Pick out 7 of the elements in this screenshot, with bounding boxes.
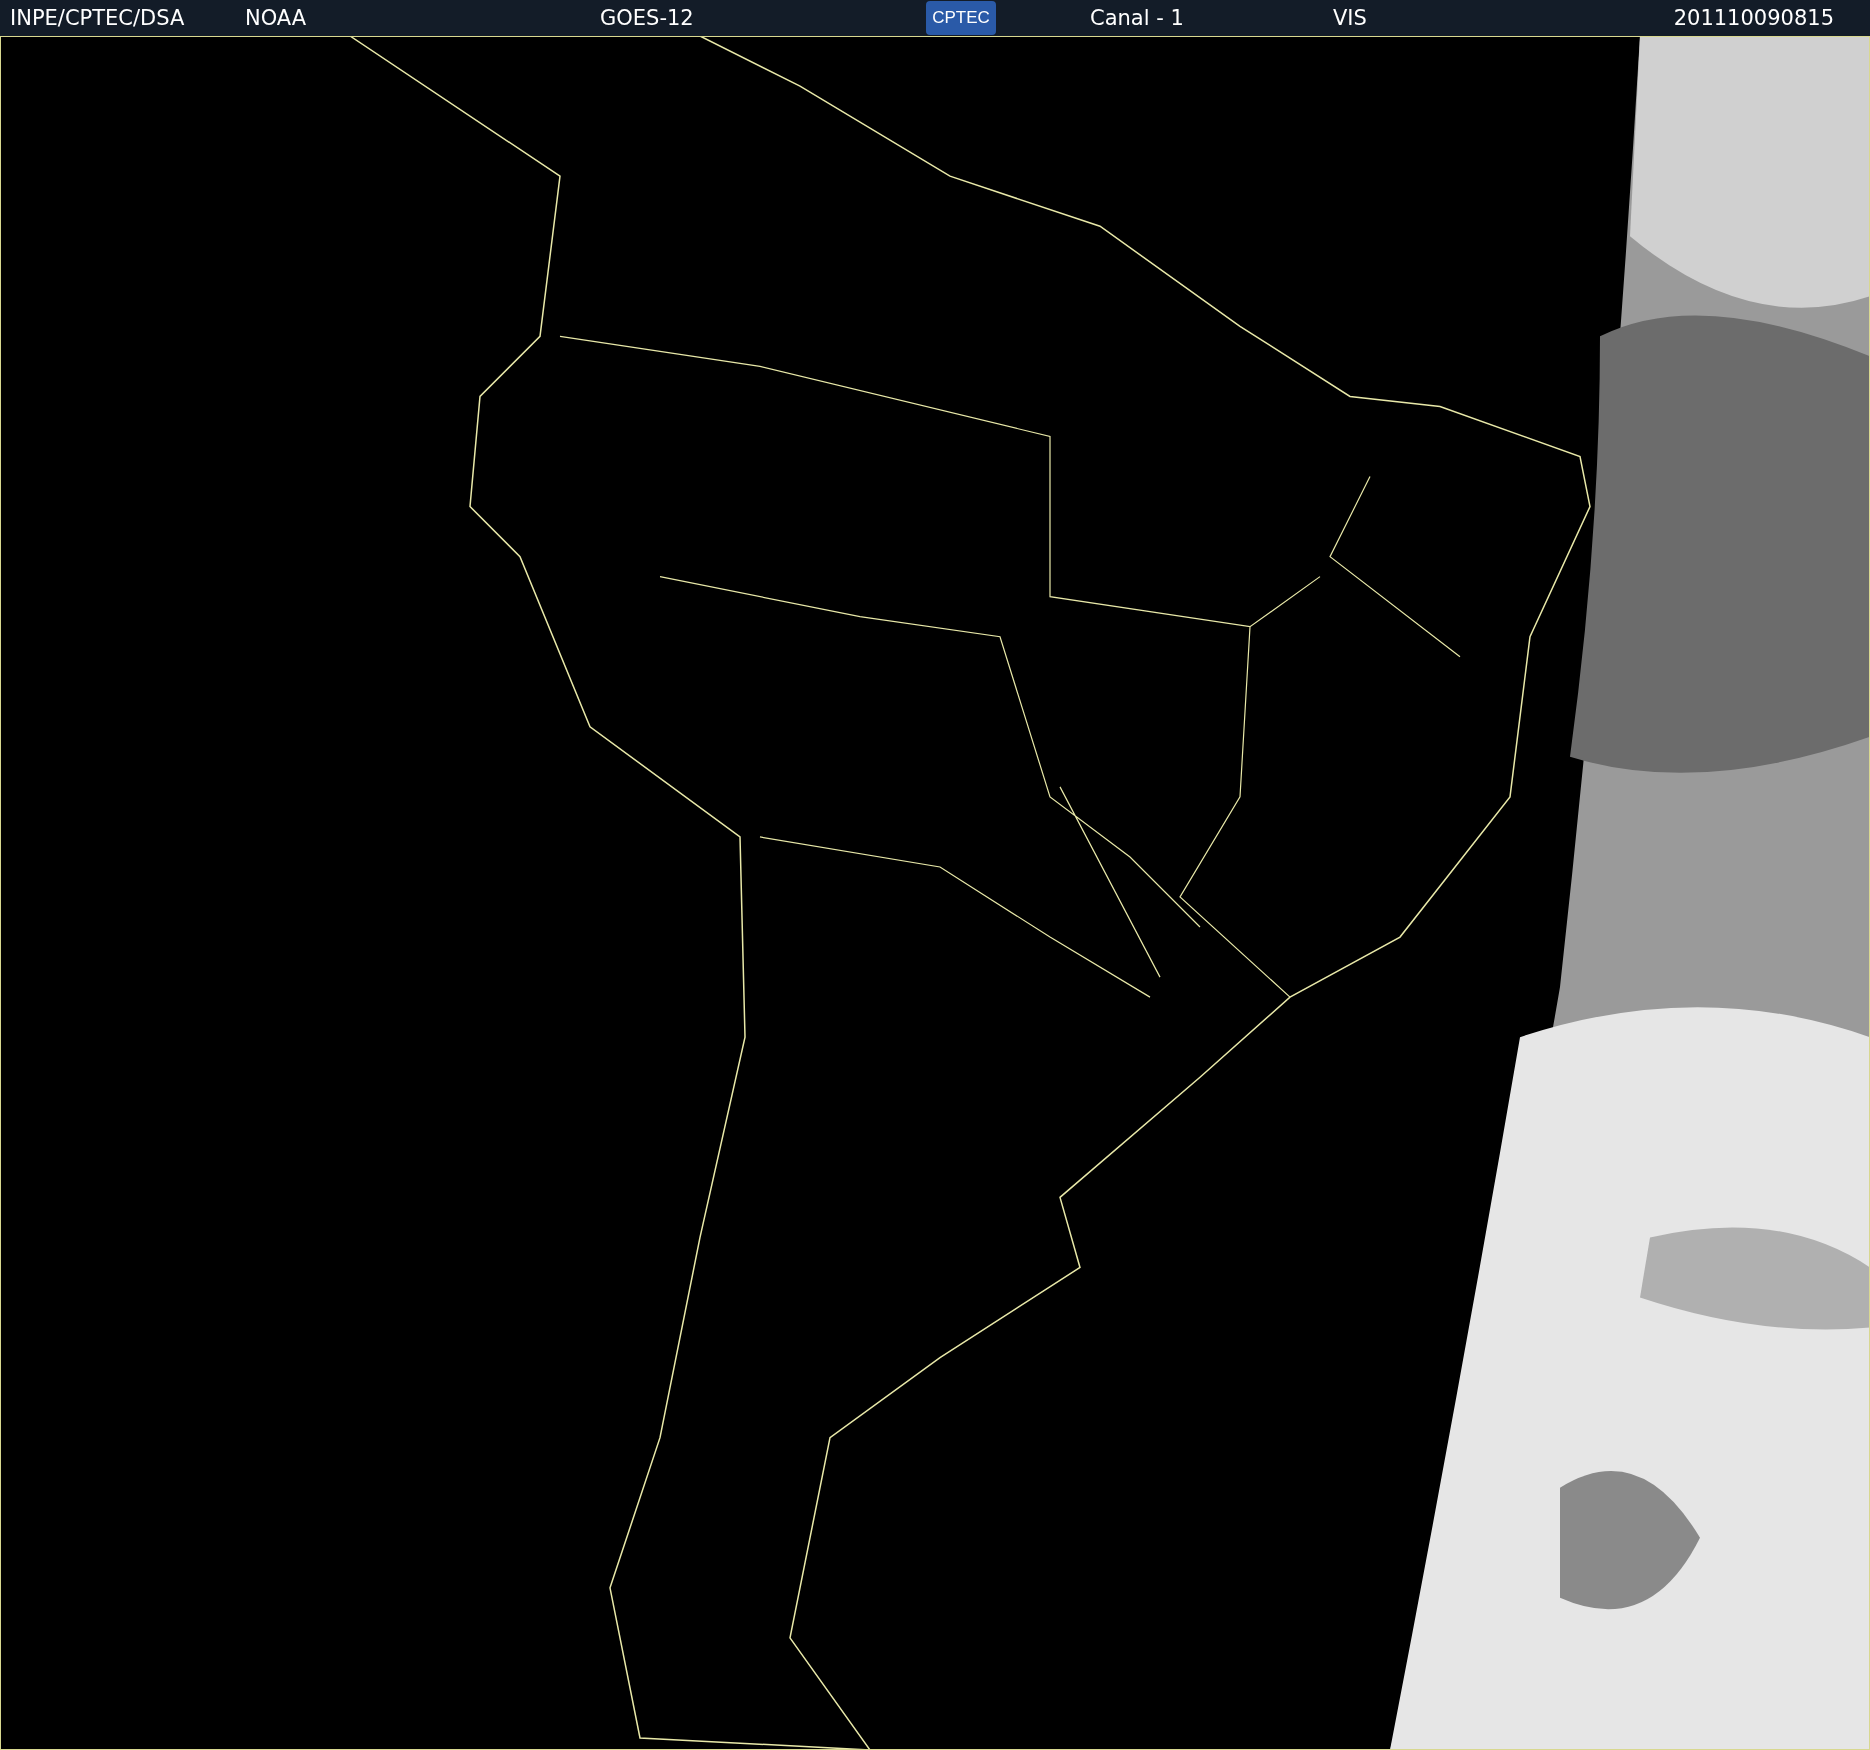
timestamp-label: 201110090815 [1673, 6, 1834, 30]
band-label: VIS [1333, 6, 1367, 30]
satellite-label: GOES-12 [600, 6, 695, 30]
channel-label: Canal - 1 [1090, 6, 1185, 30]
source-label: INPE/CPTEC/DSA [10, 6, 186, 30]
agency-label: NOAA [245, 6, 308, 30]
logo: CPTEC [926, 1, 996, 35]
